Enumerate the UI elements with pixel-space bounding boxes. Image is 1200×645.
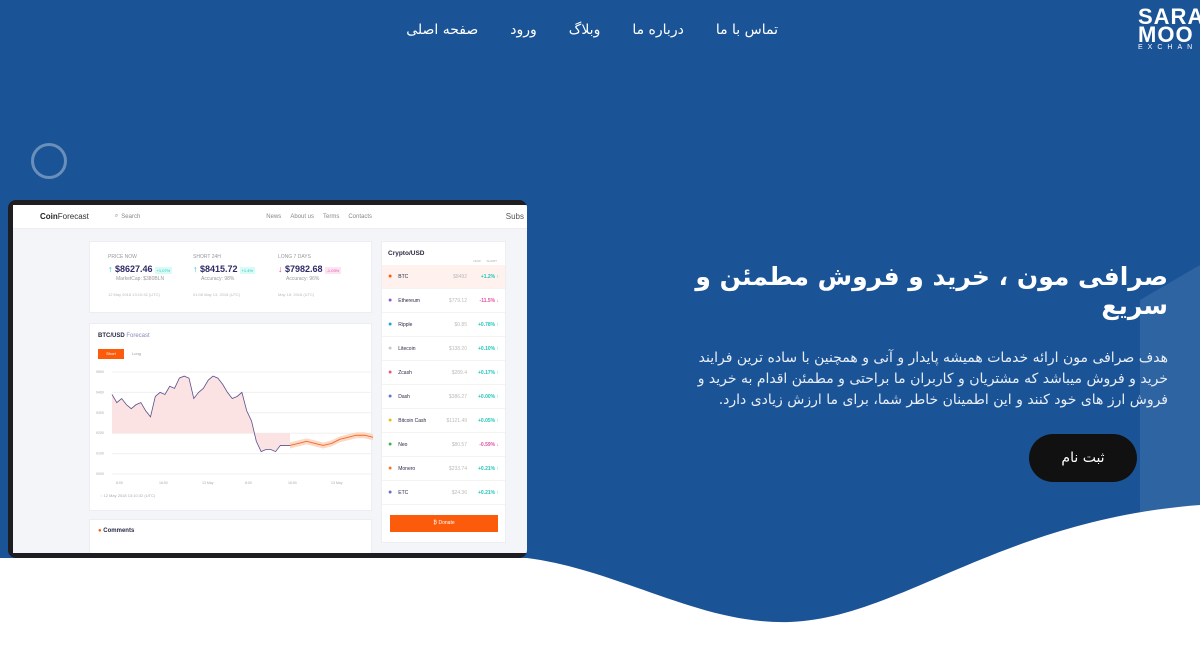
decorative-ring xyxy=(31,143,67,179)
coin-icon: ● xyxy=(388,441,393,448)
nav-contact[interactable]: تماس با ما xyxy=(716,22,778,38)
x-tick-label: 8:00 xyxy=(245,481,252,485)
coin-icon: ● xyxy=(388,417,393,424)
mockup-link: Terms xyxy=(323,213,340,220)
nav-about[interactable]: درباره ما xyxy=(632,22,683,38)
y-tick-label: 9200 xyxy=(96,431,104,435)
signup-button[interactable]: ثبت نام xyxy=(1029,434,1137,482)
coin-icon: ● xyxy=(388,465,393,472)
crypto-row: ● Ethereum $779.12 -11.5% ↓ xyxy=(382,289,505,313)
coin-icon: ● xyxy=(388,321,393,328)
y-tick-label: 9300 xyxy=(96,411,104,415)
mockup-search: Search xyxy=(121,213,141,220)
mockup-brand: Coin xyxy=(40,212,58,221)
nav-blog[interactable]: وبلاگ xyxy=(569,22,601,38)
crypto-row: ● ETC $24.36 +0.21% ↑ xyxy=(382,481,505,505)
crypto-row: ● Dash $386.27 +0.00% ↑ xyxy=(382,385,505,409)
x-tick-label: 13 May xyxy=(202,481,214,485)
coin-icon: ● xyxy=(388,297,393,304)
mockup-link: Contacts xyxy=(348,213,373,220)
chart-date: ◌ 12 May 2018 13:10:32 (UTC) xyxy=(100,493,156,498)
crypto-row: ● BTC $8492 +1.2% ↑ xyxy=(382,265,505,289)
mockup-topbar: Coin Forecast ⌕ Search News About us Terms… xyxy=(13,205,527,229)
x-tick-label: 13 May xyxy=(331,481,343,485)
nav-login[interactable]: ورود xyxy=(510,22,537,38)
chart-area xyxy=(112,376,290,452)
x-tick-label: 8:00 xyxy=(116,481,123,485)
y-tick-label: 9500 xyxy=(96,370,104,374)
hero-title: صرافی مون ، خرید و فروش مطمئن و سریع xyxy=(695,262,1168,320)
crypto-row: ● Neo $80.57 -0.59% ↓ xyxy=(382,433,505,457)
logo[interactable]: SARA MOO EXCHAN xyxy=(1138,8,1200,52)
crypto-row: ● Litecoin $138.20 +0.10% ↑ xyxy=(382,337,505,361)
x-tick-label: 16:00 xyxy=(288,481,297,485)
nav-home[interactable]: صفحه اصلی xyxy=(406,22,478,38)
coin-icon: ● xyxy=(388,345,393,352)
tab-long: Long xyxy=(132,351,141,356)
logo-line3: EXCHAN xyxy=(1138,44,1198,51)
search-icon: ⌕ xyxy=(114,213,119,219)
coin-icon: ● xyxy=(388,273,393,280)
crypto-row: ● Monero $233.74 +0.21% ↑ xyxy=(382,457,505,481)
main-nav: صفحه اصلی ورود وبلاگ درباره ما تماس با م… xyxy=(406,22,778,38)
mockup-link: About us xyxy=(290,213,314,220)
donate-button: ₿ Donate xyxy=(390,515,498,532)
y-tick-label: 9000 xyxy=(96,472,104,476)
stat-item: PRICE NOW ↑ $8627.46 +1.07% MarketCap: $3… xyxy=(108,254,173,297)
stats-card: PRICE NOW ↑ $8627.46 +1.07% MarketCap: $3… xyxy=(89,241,372,313)
mockup-subscribe-link: Subs xyxy=(505,212,524,221)
forecast-band xyxy=(290,432,373,449)
price-chart: 9500 9400 9300 9200 9100 9000 8:00 16:00 13 May 8… xyxy=(96,370,373,485)
coin-icon: ● xyxy=(388,393,393,400)
comments-title: Comments xyxy=(103,528,135,534)
chart-title: BTC/USD Forecast xyxy=(98,333,150,339)
hero-text: هدف صرافی مون ارائه خدمات همیشه پایدار و… xyxy=(697,350,1168,408)
app-mockup-image: Coin Forecast ⌕ Search News About us Terms… xyxy=(8,200,527,558)
coin-icon: ● xyxy=(388,489,393,496)
y-tick-label: 9400 xyxy=(96,390,104,394)
crypto-row: ● Zcash $289.4 +0.17% ↑ xyxy=(382,361,505,385)
crypto-card: Crypto/USD NOW SHORT ● BTC $8492 +1.2% ↑ … xyxy=(381,241,506,543)
hero-section: صرافی مون ، خرید و فروش مطمئن و سریع هدف… xyxy=(688,262,1168,411)
coin-icon: ● xyxy=(388,369,393,376)
tab-short: Short xyxy=(98,349,124,359)
mockup-link: News xyxy=(266,213,282,220)
y-tick-label: 9100 xyxy=(96,452,104,456)
crypto-row: ● Bitcoin Cash $1121.49 +0.05% ↑ xyxy=(382,409,505,433)
mockup-brand-rest: Forecast xyxy=(57,212,89,221)
stat-item: LONG 7 DAYS ↓ $7982.68 -1.03% Accuracy: 9… xyxy=(278,254,342,297)
chart-card: BTC/USD Forecast Short Long 9500 9400 9300… xyxy=(89,323,373,511)
crypto-row: ● Ripple $0.85 +0.78% ↑ xyxy=(382,313,505,337)
comments-card: ● Comments xyxy=(89,519,372,553)
crypto-title: Crypto/USD xyxy=(388,250,425,257)
logo-line2: MOO xyxy=(1138,22,1194,47)
stat-item: SHORT 24H ↑ $8415.72 +1.4% Accuracy: 98% … xyxy=(193,254,256,297)
x-tick-label: 16:00 xyxy=(159,481,168,485)
